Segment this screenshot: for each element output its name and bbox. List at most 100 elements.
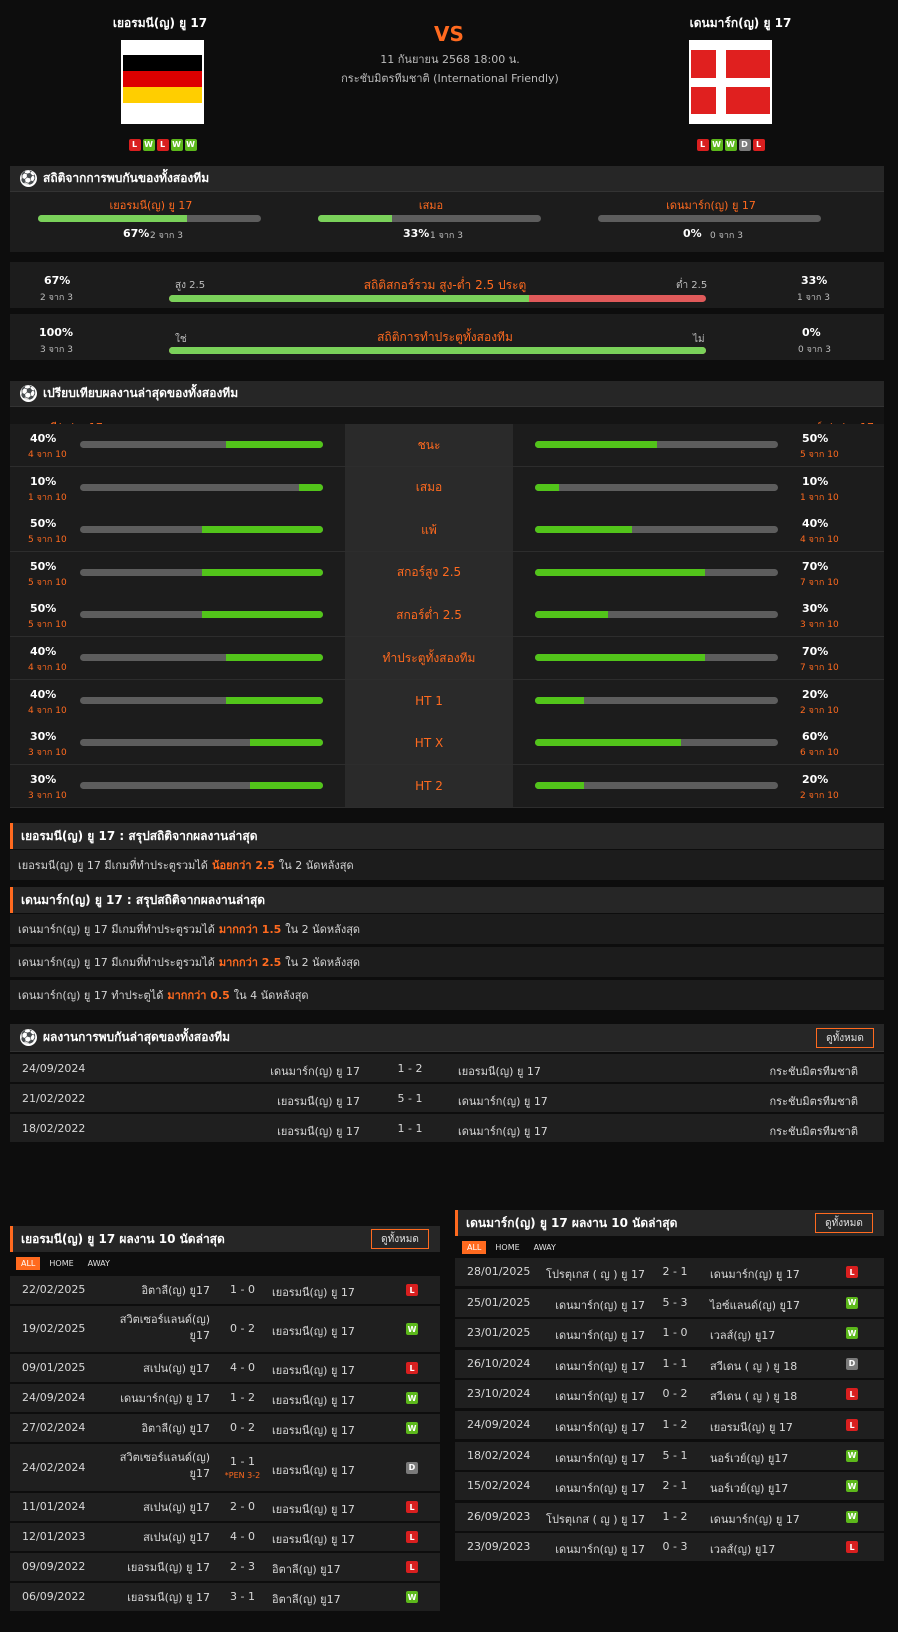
compare-header: ⚽ เปรียบเทียบผลงานล่าสุดของทั้งสองทีม: [10, 381, 884, 407]
match-home: เดนมาร์ก(ญ) ยู 17: [555, 1482, 645, 1496]
compare-metric-label: แพ้: [345, 509, 513, 552]
compare-metric-label: ชนะ: [345, 424, 513, 466]
home-bar: [80, 654, 323, 661]
home-bar-fill: [250, 739, 323, 747]
away-sub: 6 จาก 10: [800, 748, 839, 759]
match-home: สเปน(ญ) ยู17: [143, 1531, 210, 1544]
tab-home[interactable]: HOME: [490, 1241, 524, 1254]
away-team-name[interactable]: เดนมาร์ก(ญ) ยู 17: [668, 14, 813, 33]
match-date: 27/02/2024: [22, 1421, 86, 1434]
result-badge-w: W: [406, 1422, 418, 1434]
tab-home[interactable]: HOME: [44, 1257, 78, 1270]
compare-home-cell: 40% 4 จาก 10: [10, 424, 345, 466]
h2h-home: เยอรมนี(ญ) ยู 17: [277, 1095, 360, 1108]
h2h-col-bar: [318, 215, 541, 222]
h2h-col-label: เยอรมนี(ญ) ยู 17: [109, 199, 193, 212]
h2h-col-pct: 33%: [403, 227, 430, 240]
home-bar-fill: [298, 483, 323, 491]
match-row[interactable]: 15/02/2024 เดนมาร์ก(ญ) ยู 17 2 - 1 นอร์เวย์…: [455, 1472, 884, 1501]
match-row[interactable]: 24/09/2024 เดนมาร์ก(ญ) ยู 17 1 - 2 เยอรมนี(…: [10, 1384, 440, 1412]
match-away: สวีเดน ( ญ ) ยู 18: [710, 1390, 798, 1404]
h2h-home: เยอรมนี(ญ) ยู 17: [277, 1125, 360, 1138]
match-row[interactable]: 26/10/2024 เดนมาร์ก(ญ) ยู 17 1 - 1 สวีเดน (…: [455, 1349, 884, 1378]
tab-away[interactable]: AWAY: [529, 1241, 561, 1254]
match-row[interactable]: 25/01/2025 เดนมาร์ก(ญ) ยู 17 5 - 3 ไอซ์แลนด…: [455, 1288, 884, 1317]
h2h-summary-panel: เยอรมนี(ญ) ยู 17 67% 2 จาก 3 เสมอ 33% 1 จาก 3…: [10, 192, 884, 252]
match-home: เดนมาร์ก(ญ) ยู 17: [555, 1421, 645, 1434]
h2h-result-row[interactable]: 18/02/2022 เยอรมนี(ญ) ยู 17 1 - 1 เดนมาร์ก(…: [10, 1114, 884, 1142]
match-row[interactable]: 18/02/2024 เดนมาร์ก(ญ) ยู 17 5 - 1 นอร์เวย์…: [455, 1441, 884, 1470]
home-bar-fill: [225, 441, 323, 448]
over-sub: 2 จาก 3: [40, 293, 73, 303]
match-score: 5 - 3: [662, 1295, 688, 1309]
match-row[interactable]: 24/09/2024 เดนมาร์ก(ญ) ยู 17 1 - 2 เยอรมนี(…: [455, 1411, 884, 1439]
away-bar-fill: [535, 611, 608, 619]
summary-row: เดนมาร์ก(ญ) ยู 17 ทำประตูได้ มากกว่า 0.5 ใ…: [10, 980, 884, 1010]
h2h-date: 18/02/2022: [22, 1122, 86, 1135]
match-score: 0 - 3: [662, 1540, 688, 1554]
away-view-all-button[interactable]: ดูทั้งหมด: [815, 1213, 873, 1233]
match-home: เดนมาร์ก(ญ) ยู 17: [120, 1392, 210, 1405]
match-row[interactable]: 19/02/2025 สวิตเซอร์แลนด์(ญ) ยู17 0 - 2 เยอ…: [10, 1306, 440, 1352]
match-row[interactable]: 09/09/2022 เยอรมนี(ญ) ยู 17 2 - 3 อิตาลี(ญ)…: [10, 1553, 440, 1581]
compare-metric-label: HT X: [345, 722, 513, 765]
compare-away-cell: 50% 5 จาก 10: [513, 424, 884, 466]
match-row[interactable]: 26/09/2023 โปรตุเกส ( ญ ) ยู 17 1 - 2 เดนมา…: [455, 1502, 884, 1531]
away-bar: [535, 483, 778, 491]
h2h-score: 1 - 2: [397, 1062, 423, 1075]
home-bar-fill: [225, 654, 323, 661]
home-pct: 10%: [30, 474, 57, 488]
match-row[interactable]: 09/01/2025 สเปน(ญ) ยู17 4 - 0 เยอรมนี(ญ) ยู…: [10, 1354, 440, 1382]
match-date: 15/02/2024: [467, 1479, 531, 1493]
over-pct: 67%: [44, 274, 71, 287]
match-score: 1 - 0: [662, 1326, 688, 1340]
summary-highlight: มากกว่า 0.5: [167, 989, 230, 1002]
match-row[interactable]: 22/02/2025 อิตาลี(ญ) ยู17 1 - 0 เยอรมนี(ญ) …: [10, 1276, 440, 1304]
tab-all[interactable]: ALL: [462, 1241, 487, 1254]
home-team-name[interactable]: เยอรมนี(ญ) ยู 17: [90, 14, 230, 33]
section-title: เดนมาร์ก(ญ) ยู 17 ผลงาน 10 นัดล่าสุด: [466, 1215, 678, 1230]
tab-all[interactable]: ALL: [16, 1257, 41, 1270]
home-pct: 30%: [30, 730, 57, 744]
summary-text: ใน 2 นัดหลังสุด: [278, 859, 354, 872]
match-row[interactable]: 23/09/2023 เดนมาร์ก(ญ) ยู 17 0 - 3 เวลส์(ญ)…: [455, 1533, 884, 1562]
result-badge-w: W: [710, 138, 723, 151]
match-row[interactable]: 12/01/2023 สเปน(ญ) ยู17 4 - 0 เยอรมนี(ญ) ยู…: [10, 1523, 440, 1551]
h2h-col-sub: 2 จาก 3: [150, 231, 183, 241]
match-row[interactable]: 27/02/2024 อิตาลี(ญ) ยู17 0 - 2 เยอรมนี(ญ) …: [10, 1414, 440, 1442]
away-bar: [535, 611, 778, 619]
compare-away-cell: 70% 7 จาก 10: [513, 637, 884, 679]
view-all-button[interactable]: ดูทั้งหมด: [816, 1028, 874, 1048]
away-bar-fill: [535, 441, 657, 448]
match-row[interactable]: 28/01/2025 โปรตุเกส ( ญ ) ยู 17 2 - 1 เดนมา…: [455, 1258, 884, 1286]
h2h-result-row[interactable]: 24/09/2024 เดนมาร์ก(ญ) ยู 17 1 - 2 เยอรมนี(…: [10, 1054, 884, 1082]
match-away: เยอรมนี(ญ) ยู 17: [272, 1503, 355, 1516]
summary-text: เดนมาร์ก(ญ) ยู 17 ทำประตูได้: [18, 989, 164, 1002]
under-sub: 1 จาก 3: [797, 293, 830, 303]
result-badge-w: W: [846, 1327, 858, 1340]
match-row[interactable]: 23/01/2025 เดนมาร์ก(ญ) ยู 17 1 - 0 เวลส์(ญ)…: [455, 1319, 884, 1348]
away-sub: 3 จาก 10: [800, 620, 839, 631]
match-home: เดนมาร์ก(ญ) ยู 17: [555, 1329, 645, 1343]
home-bar-fill: [225, 696, 323, 704]
tab-away[interactable]: AWAY: [83, 1257, 115, 1270]
match-score: 0 - 2: [230, 1421, 255, 1434]
match-row[interactable]: 23/10/2024 เดนมาร์ก(ญ) ยู 17 0 - 2 สวีเดน (…: [455, 1380, 884, 1409]
match-home: เยอรมนี(ญ) ยู 17: [127, 1561, 210, 1574]
match-row[interactable]: 24/02/2024 สวิตเซอร์แลนด์(ญ) ยู17 1 - 1 *PE…: [10, 1444, 440, 1491]
match-row[interactable]: 11/01/2024 สเปน(ญ) ยู17 2 - 0 เยอรมนี(ญ) ยู…: [10, 1493, 440, 1521]
home-bar: [80, 526, 323, 534]
match-row[interactable]: 06/09/2022 เยอรมนี(ญ) ยู 17 3 - 1 อิตาลี(ญ)…: [10, 1583, 440, 1611]
away-bar: [535, 696, 778, 704]
away-sub: 7 จาก 10: [800, 577, 839, 588]
away-sub: 1 จาก 10: [800, 492, 839, 503]
btts-no-sub: 0 จาก 3: [798, 345, 831, 355]
match-score: 2 - 1: [662, 1265, 688, 1278]
result-badge-l: L: [846, 1541, 858, 1554]
compare-metric-label: เสมอ: [345, 466, 513, 509]
h2h-result-row[interactable]: 21/02/2022 เยอรมนี(ญ) ยู 17 5 - 1 เดนมาร์ก(…: [10, 1084, 884, 1112]
match-home: สวิตเซอร์แลนด์(ญ) ยู17: [119, 1313, 210, 1342]
h2h-col-sub: 0 จาก 3: [710, 231, 743, 241]
home-view-all-button[interactable]: ดูทั้งหมด: [371, 1229, 429, 1249]
home-sub: 4 จาก 10: [28, 705, 67, 716]
